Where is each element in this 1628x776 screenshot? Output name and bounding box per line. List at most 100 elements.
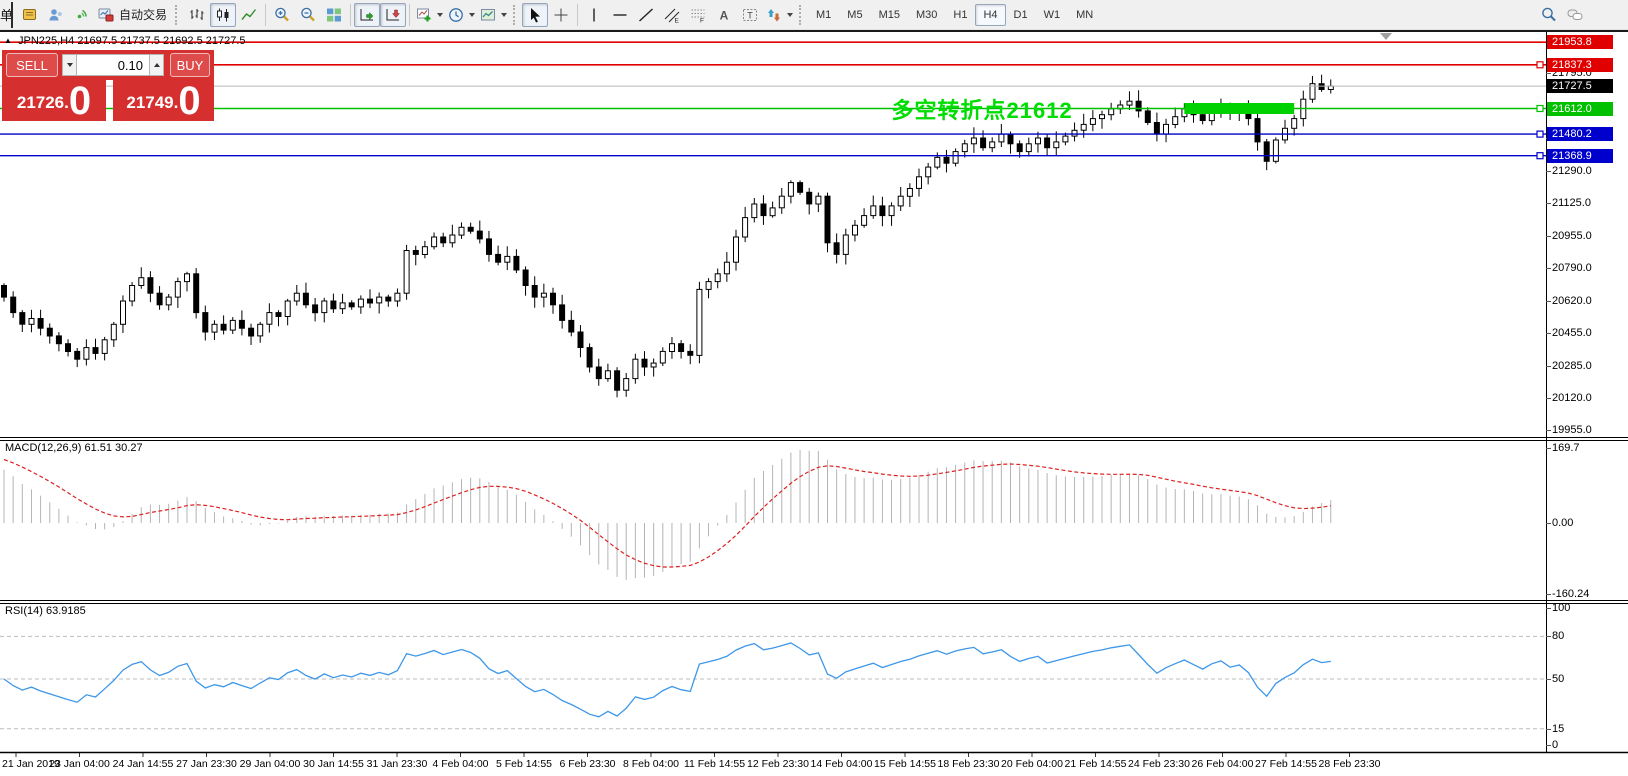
trade-panel-top-row: SELL BUY [2,50,214,80]
toolbar-right-group [1536,3,1628,27]
window-border [0,30,1628,32]
zoom-in-button[interactable] [269,3,295,27]
pivot-zone-rectangle[interactable] [1184,103,1294,114]
text-icon: A [715,6,733,24]
date-axis-label: 26 Feb 04:00 [1192,758,1254,770]
chart-shift-button[interactable] [380,3,406,27]
text-label-icon: T [741,6,759,24]
timeframe-d1-button[interactable]: D1 [1006,4,1036,26]
auto-scroll-button[interactable] [354,3,380,27]
price-tick-label: 21290.0 [1552,165,1592,177]
date-axis-label: 30 Jan 14:55 [303,758,364,770]
svg-text:E: E [675,17,680,24]
periods-button[interactable] [445,3,477,27]
date-axis-label: 8 Feb 04:00 [623,758,679,770]
date-axis-label: 18 Feb 23:30 [938,758,1000,770]
buy-button[interactable]: BUY [170,53,210,77]
new-order-button[interactable] [17,3,43,27]
rsi-tick-label: 0 [1552,739,1558,751]
candlestick-chart-button[interactable] [210,3,236,27]
toolbar: 单 自动交易 E F A T M1M5M15M30H1H4D1W1MN [0,0,1628,30]
horizontal-level-lines[interactable] [0,42,1546,159]
volume-increase-button[interactable] [149,54,164,76]
mql5-community-button[interactable] [43,3,69,27]
price-level-badge: 21480.2 [1547,127,1613,141]
chat-button[interactable] [1562,3,1588,27]
timeframe-w1-button[interactable]: W1 [1036,4,1069,26]
arrows-icon [765,6,783,24]
timeframe-h1-button[interactable]: H1 [945,4,975,26]
indicators-button[interactable] [413,3,445,27]
price-tick-label: 19955.0 [1552,424,1592,436]
text-label-button[interactable]: T [737,3,763,27]
line-chart-button[interactable] [236,3,262,27]
ohlc-values: 21697.5 21737.5 21692.5 21727.5 [77,35,245,47]
date-axis-label: 6 Feb 23:30 [559,758,615,770]
chart-shift-marker-icon[interactable] [1380,33,1392,40]
crosshair-button[interactable] [548,3,574,27]
volume-input[interactable] [77,54,149,76]
macd-tick-label: 0.00 [1552,517,1573,529]
line-endpoint-handle[interactable] [1537,153,1543,159]
svg-text:F: F [700,17,704,24]
date-axis-label: 14 Feb 04:00 [811,758,873,770]
chevron-down-icon [437,13,443,17]
zoom-out-button[interactable] [295,3,321,27]
price-tick-label: 20285.0 [1552,360,1592,372]
horizontal-line-button[interactable] [607,3,633,27]
rsi-tick-label: 15 [1552,723,1564,735]
cursor-button[interactable] [522,3,548,27]
fibonacci-icon: F [689,6,707,24]
timeframe-m15-button[interactable]: M15 [871,4,908,26]
pivot-annotation-text[interactable]: 多空转折点21612 [892,93,1073,125]
trendline-icon [637,6,655,24]
sell-price-display[interactable]: 21726.0 [2,80,106,121]
price-chart[interactable] [0,0,1628,776]
price-tick-label: 20620.0 [1552,295,1592,307]
fibonacci-button[interactable]: F [685,3,711,27]
timeframe-m5-button[interactable]: M5 [839,4,870,26]
line-endpoint-handle[interactable] [1537,131,1543,137]
line-endpoint-handle[interactable] [1537,62,1543,68]
date-axis-label: 21 Feb 14:55 [1065,758,1127,770]
tile-windows-button[interactable] [321,3,347,27]
chat-icon [1566,6,1584,24]
macd-histogram [4,450,1331,580]
collapse-marker-icon[interactable]: ▲ [4,36,12,45]
timeframe-m30-button[interactable]: M30 [908,4,945,26]
equidistant-channel-button[interactable]: E [659,3,685,27]
templates-button[interactable] [477,3,509,27]
vertical-line-button[interactable] [581,3,607,27]
clipped-toolbar-button[interactable]: 单 [0,5,11,24]
svg-text:T: T [747,10,753,20]
equidistant-channel-icon: E [663,6,681,24]
one-click-trading-panel: SELL BUY 21726.0 21749.0 [2,50,214,121]
rsi-label: RSI(14) 63.9185 [5,605,86,617]
signals-button[interactable] [69,3,95,27]
chart-title: ▲ JPN225,H4 21697.5 21737.5 21692.5 2172… [4,35,246,47]
cursor-icon [526,6,544,24]
rsi-tick-label: 50 [1552,673,1564,685]
arrows-button[interactable] [763,3,795,27]
toolbar-separator [350,4,351,26]
date-axis-label: 31 Jan 23:30 [367,758,428,770]
date-axis-label: 27 Feb 14:55 [1255,758,1317,770]
auto-trading-icon [97,6,115,24]
text-button[interactable]: A [711,3,737,27]
search-button[interactable] [1536,3,1562,27]
horizontal-line-icon [611,6,629,24]
chevron-down-icon [787,13,793,17]
buy-price-display[interactable]: 21749.0 [113,80,214,121]
chevron-down-icon [501,13,507,17]
timeframe-m1-button[interactable]: M1 [808,4,839,26]
auto-trading-button[interactable]: 自动交易 [95,3,171,27]
price-tick-label: 21125.0 [1552,197,1591,209]
trendline-button[interactable] [633,3,659,27]
line-endpoint-handle[interactable] [1537,106,1543,112]
sell-button[interactable]: SELL [6,53,58,77]
rsi-line [4,643,1331,717]
bar-chart-button[interactable] [184,3,210,27]
volume-decrease-button[interactable] [62,54,77,76]
timeframe-mn-button[interactable]: MN [1068,4,1101,26]
timeframe-h4-button[interactable]: H4 [975,4,1005,26]
